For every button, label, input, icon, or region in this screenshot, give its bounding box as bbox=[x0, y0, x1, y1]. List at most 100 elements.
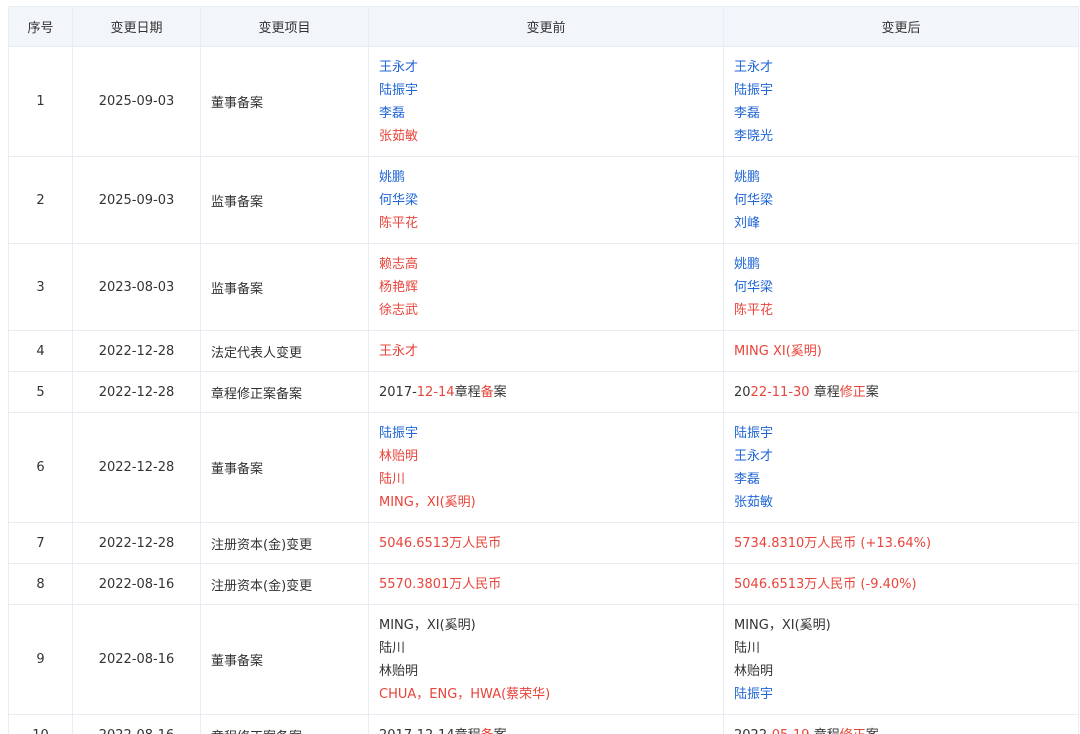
change-text: 陈平花 bbox=[379, 215, 419, 231]
change-line: MING，XI(奚明) bbox=[734, 614, 1068, 637]
header-item: 变更项目 bbox=[200, 6, 369, 47]
change-item: 董事备案 bbox=[200, 604, 369, 715]
change-line: 陆振宇 bbox=[734, 422, 1068, 445]
after-cell: MING，XI(奚明) 陆川林贻明陆振宇 bbox=[723, 604, 1079, 715]
change-text: MING XI(奚明) bbox=[734, 343, 822, 359]
change-line: 陆振宇 bbox=[734, 79, 1068, 102]
after-cell: 姚鹏 何华梁 陈平花 bbox=[723, 243, 1079, 331]
change-text: 5046.6513万人民币 bbox=[379, 535, 502, 551]
change-date: 2022-08-16 bbox=[72, 604, 201, 715]
change-text: 林贻明 bbox=[734, 663, 774, 679]
change-line: 5570.3801万人民币 bbox=[379, 573, 713, 596]
change-text: 陆川 bbox=[379, 471, 406, 487]
before-cell: MING，XI(奚明) 陆川 林贻明 CHUA，ENG，HWA(蔡荣华) bbox=[368, 604, 724, 715]
change-line: 2017-12-14章程备案 bbox=[379, 381, 713, 404]
header-date: 变更日期 bbox=[72, 6, 201, 47]
change-line: 2017-12-14章程备案 bbox=[379, 724, 713, 734]
change-date: 2022-08-16 bbox=[72, 714, 201, 734]
before-cell: 赖志高 杨艳辉 徐志武 bbox=[368, 243, 724, 331]
change-line: 林贻明 bbox=[734, 660, 1068, 683]
change-date: 2022-12-28 bbox=[72, 330, 201, 372]
change-text: 陆振宇 bbox=[734, 82, 774, 98]
change-date: 2023-08-03 bbox=[72, 243, 201, 331]
change-date: 2025-09-03 bbox=[72, 156, 201, 244]
change-text: 陆川 bbox=[379, 640, 406, 656]
table-row: 3 2023-08-03 监事备案 赖志高 杨艳辉 徐志武 姚鹏 何华梁 陈平花 bbox=[8, 243, 1079, 331]
change-text: 姚鹏 bbox=[379, 169, 406, 185]
table-row: 8 2022-08-16 注册资本(金)变更 5570.3801万人民币 5046.65… bbox=[8, 563, 1079, 605]
change-text: 5570.3801万人民币 bbox=[379, 576, 502, 592]
change-text: MING，XI(奚明) bbox=[379, 494, 476, 510]
table-body: 1 2025-09-03 董事备案 王永才 陆振宇 李磊 张茹敏 王永才 陆振宇 李磊 李晓光 2 20… bbox=[8, 46, 1079, 734]
change-line: 李磊 bbox=[379, 102, 713, 125]
change-item: 章程修正案备案 bbox=[200, 371, 369, 413]
change-text: 何华梁 bbox=[734, 192, 774, 208]
table-row: 4 2022-12-28 法定代表人变更 王永才 MING XI(奚明) bbox=[8, 330, 1079, 372]
change-text: MING，XI(奚明) bbox=[379, 617, 476, 633]
change-line: 王永才 bbox=[379, 56, 713, 79]
change-text: 林贻明 bbox=[379, 448, 419, 464]
change-text: 陆振宇 bbox=[734, 686, 774, 702]
change-line: 李晓光 bbox=[734, 125, 1068, 148]
change-text: 李磊 bbox=[734, 471, 761, 487]
change-line: 5046.6513万人民币 bbox=[379, 532, 713, 555]
change-text: 陆振宇 bbox=[734, 425, 774, 441]
change-line: 陆振宇 bbox=[379, 79, 713, 102]
before-cell: 2017-12-14章程备案 bbox=[368, 371, 724, 413]
table-row: 9 2022-08-16 董事备案 MING，XI(奚明) 陆川 林贻明 CHUA，ENG，… bbox=[8, 604, 1079, 715]
row-number: 4 bbox=[8, 330, 73, 372]
after-cell: 5046.6513万人民币 (-9.40%) bbox=[723, 563, 1079, 605]
change-text: 李磊 bbox=[734, 105, 761, 121]
change-text: 案 bbox=[865, 384, 879, 400]
change-text: 案 bbox=[866, 728, 879, 734]
change-text: 22-11-30 bbox=[750, 384, 810, 400]
change-text: 20 bbox=[734, 384, 751, 400]
change-text: 陆川 bbox=[734, 640, 761, 656]
change-line: MING，XI(奚明) bbox=[379, 491, 713, 514]
change-text: 陆振宇 bbox=[379, 82, 419, 98]
row-number: 6 bbox=[8, 412, 73, 523]
change-item: 法定代表人变更 bbox=[200, 330, 369, 372]
change-line: 赖志高 bbox=[379, 253, 713, 276]
change-line: 2022-05-19 章程修正案 bbox=[734, 724, 1068, 734]
change-line: 陆川 bbox=[379, 468, 713, 491]
change-text: 2022- bbox=[734, 728, 772, 734]
before-cell: 陆振宇 林贻明 陆川 MING，XI(奚明) bbox=[368, 412, 724, 523]
change-text: 何华梁 bbox=[734, 279, 774, 295]
change-item: 监事备案 bbox=[200, 156, 369, 244]
change-records-panel: 序号 变更日期 变更项目 变更前 变更后 1 2025-09-03 董事备案 王永才陆… bbox=[0, 0, 1080, 734]
change-text: 李晓光 bbox=[734, 128, 774, 144]
change-text: 徐志武 bbox=[379, 302, 419, 318]
change-line: 徐志武 bbox=[379, 299, 713, 322]
table-row: 2 2025-09-03 监事备案 姚鹏 何华梁 陈平花 姚鹏 何华梁 刘峰 bbox=[8, 156, 1079, 244]
change-text: 5046.6513万人民币 (-9.40%) bbox=[734, 576, 917, 592]
after-cell: 2022-11-30 章程修正案 bbox=[723, 371, 1079, 413]
change-line: 陆川 bbox=[379, 637, 713, 660]
change-text: 何华梁 bbox=[379, 192, 419, 208]
change-text: 陈平花 bbox=[734, 302, 774, 318]
before-cell: 5046.6513万人民币 bbox=[368, 522, 724, 564]
change-date: 2022-12-28 bbox=[72, 522, 201, 564]
change-line: CHUA，ENG，HWA(蔡荣华) bbox=[379, 683, 713, 706]
change-line: 杨艳辉 bbox=[379, 276, 713, 299]
row-number: 3 bbox=[8, 243, 73, 331]
table-row: 102022-08-16章程修正案备案2017-12-14章程备案2022-05… bbox=[8, 714, 1079, 734]
change-line: 张茹敏 bbox=[379, 125, 713, 148]
row-number: 1 bbox=[8, 46, 73, 157]
change-text: 备 bbox=[481, 728, 494, 734]
change-text: 王永才 bbox=[379, 343, 419, 359]
change-text: 章程 bbox=[810, 728, 840, 734]
change-text: 赖志高 bbox=[379, 256, 419, 272]
before-cell: 5570.3801万人民币 bbox=[368, 563, 724, 605]
row-number: 8 bbox=[8, 563, 73, 605]
change-text: 2017-12-14 bbox=[379, 728, 455, 734]
change-line: 姚鹏 bbox=[734, 253, 1068, 276]
change-text: 李磊 bbox=[379, 105, 406, 121]
row-number: 5 bbox=[8, 371, 73, 413]
change-text: 备 bbox=[480, 384, 494, 400]
change-text: MING，XI(奚明) bbox=[734, 617, 831, 633]
table-row: 7 2022-12-28 注册资本(金)变更 5046.6513万人民币 5734.83… bbox=[8, 522, 1079, 564]
change-item: 注册资本(金)变更 bbox=[200, 563, 369, 605]
row-number: 2 bbox=[8, 156, 73, 244]
change-item: 监事备案 bbox=[200, 243, 369, 331]
